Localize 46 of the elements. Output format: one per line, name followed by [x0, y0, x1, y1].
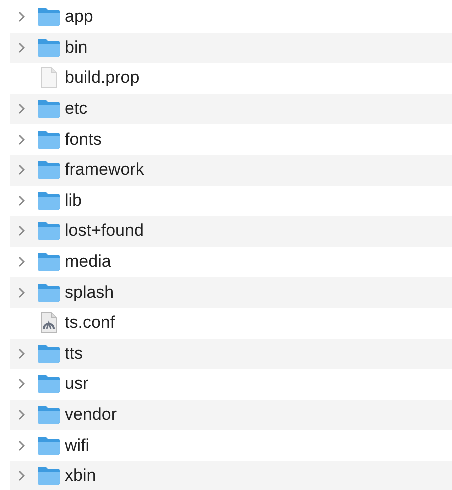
folder-icon — [37, 436, 61, 456]
folder-icon — [37, 130, 61, 150]
file-name: splash — [65, 282, 114, 303]
file-name: app — [65, 7, 94, 28]
chevron-icon[interactable] — [18, 164, 26, 176]
chevron-icon[interactable] — [18, 103, 26, 116]
chevron-icon[interactable] — [18, 194, 26, 207]
folder-icon — [37, 190, 61, 211]
file-name: vendor — [65, 405, 117, 426]
file-name: build.prop — [65, 68, 140, 88]
chevron-icon[interactable] — [18, 286, 26, 299]
folder-icon — [37, 221, 61, 242]
file-name: media — [65, 252, 112, 272]
chevron-icon[interactable] — [18, 348, 26, 360]
document-icon — [40, 312, 58, 334]
file-name: framework — [65, 160, 144, 180]
file-name: bin — [65, 38, 88, 58]
file-name: lost+found — [65, 221, 144, 242]
chevron-icon[interactable] — [18, 409, 26, 422]
file-name: wifi — [65, 436, 90, 456]
chevron-icon[interactable] — [18, 134, 26, 146]
folder-icon — [37, 466, 61, 486]
chevron-icon[interactable] — [18, 225, 26, 238]
chevron-icon[interactable] — [18, 256, 26, 268]
file-name: usr — [65, 374, 89, 394]
folder-icon — [37, 344, 61, 364]
chevron-icon[interactable] — [18, 11, 26, 24]
file-name: xbin — [65, 466, 96, 486]
folder-icon — [37, 405, 61, 426]
file-name: lib — [65, 190, 82, 211]
folder-icon — [37, 7, 61, 28]
folder-icon — [37, 374, 61, 394]
chevron-icon[interactable] — [18, 42, 26, 54]
file-name: ts.conf — [65, 313, 116, 334]
file-name: fonts — [65, 130, 102, 150]
folder-icon — [37, 252, 61, 272]
chevron-icon[interactable] — [18, 440, 26, 452]
chevron-icon[interactable] — [18, 470, 26, 482]
file-name: etc — [65, 99, 88, 120]
folder-icon — [37, 38, 61, 58]
folder-icon — [37, 160, 61, 180]
file-icon — [40, 67, 58, 90]
chevron-icon[interactable] — [18, 378, 26, 390]
file-name: tts — [65, 344, 83, 364]
folder-icon — [37, 282, 61, 303]
folder-icon — [37, 99, 61, 120]
